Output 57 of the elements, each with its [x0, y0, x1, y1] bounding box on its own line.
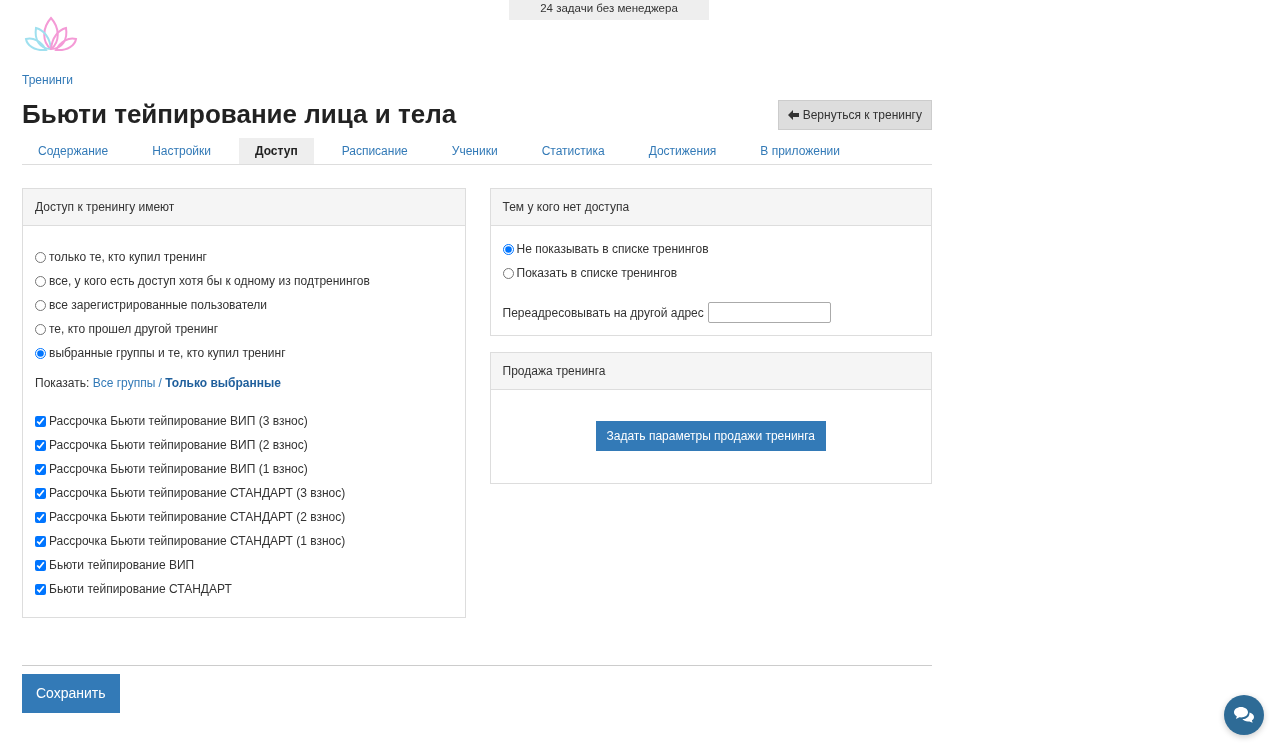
- checkbox[interactable]: [35, 583, 46, 595]
- option-label: все, у кого есть доступ хотя бы к одному из подтренингов: [49, 273, 370, 291]
- show-label: Показать:: [35, 376, 90, 391]
- speech-bubbles-icon: [1233, 706, 1255, 724]
- save-button[interactable]: Сохранить: [22, 674, 120, 714]
- url-input-field[interactable]: [707, 302, 831, 324]
- option-label: Рассрочка Бьюти тейпирование СТАНДАРТ (1 взнос): [49, 533, 346, 551]
- option-label: Рассрочка Бьюти тейпирование ВИП (1 взнос): [49, 461, 308, 479]
- panel-title: Доступ к тренингу имеют: [23, 189, 465, 227]
- option-label: Показать в списке тренингов: [516, 265, 678, 283]
- checkbox[interactable]: [35, 439, 46, 451]
- radio-button[interactable]: [35, 323, 46, 335]
- option-label: Рассрочка Бьюти тейпирование ВИП (3 взнос): [49, 413, 308, 431]
- checkbox[interactable]: [35, 511, 46, 523]
- arrow-left-icon: [787, 109, 799, 120]
- radio-button[interactable]: [35, 299, 46, 311]
- option-label: Бьюти тейпирование СТАНДАРТ: [49, 581, 232, 599]
- radio-button[interactable]: [35, 251, 46, 263]
- sale-settings-button[interactable]: Задать параметры продажи тренинга: [595, 421, 826, 452]
- radio-button[interactable]: [35, 347, 46, 359]
- option-label: Рассрочка Бьюти тейпирование СТАНДАРТ (2 взнос): [49, 509, 346, 527]
- tab[interactable]: Доступ: [239, 138, 314, 165]
- panel-title: Тем у кого нет доступа: [490, 189, 931, 227]
- option-label: Рассрочка Бьюти тейпирование ВИП (2 взнос): [49, 437, 308, 455]
- tab[interactable]: Содержание: [22, 138, 125, 165]
- back-button[interactable]: Вернуться к тренингу: [777, 99, 932, 130]
- option-label: только те, кто купил тренинг: [49, 249, 207, 267]
- option-label: Рассрочка Бьюти тейпирование СТАНДАРТ (3 взнос): [49, 485, 346, 503]
- option-label: выбранные группы и те, кто купил тренинг: [49, 345, 286, 363]
- filter-link[interactable]: Все группы: [92, 376, 156, 391]
- radio-button[interactable]: [35, 275, 46, 287]
- checkbox[interactable]: [35, 535, 46, 547]
- chat-button[interactable]: [1224, 695, 1264, 735]
- radio-button[interactable]: [502, 267, 514, 279]
- checkbox[interactable]: [35, 487, 46, 499]
- breadcrumb-link[interactable]: Тренинги: [22, 71, 74, 89]
- lotus-logo-icon: [24, 14, 78, 54]
- tab[interactable]: Ученики: [435, 138, 514, 165]
- option-label: Не показывать в списке тренингов: [516, 241, 709, 259]
- checkbox[interactable]: [35, 559, 46, 571]
- tab[interactable]: Статистика: [525, 138, 621, 165]
- tab[interactable]: Расписание: [325, 138, 424, 165]
- option-label: Бьюти тейпирование ВИП: [49, 557, 195, 575]
- option-label: те, кто прошел другой тренинг: [49, 321, 219, 339]
- separator: /: [158, 376, 162, 391]
- checkbox[interactable]: [35, 415, 46, 427]
- tab[interactable]: Достижения: [632, 138, 733, 165]
- option-label: все зарегистрированные пользователи: [49, 297, 268, 315]
- filter-link[interactable]: Только выбранные: [165, 376, 281, 391]
- checkbox[interactable]: [35, 463, 46, 475]
- tab[interactable]: Настройки: [136, 138, 227, 165]
- tab[interactable]: В приложении: [744, 138, 856, 165]
- redirect-label: Переадресовывать на другой адрес: [502, 304, 704, 322]
- panel-title: Продажа тренинга: [490, 353, 931, 391]
- page-title: Бьюти тейпирование лица и тела: [22, 99, 457, 131]
- notice-banner: 24 задачи без менеджера: [509, 0, 709, 20]
- radio-button[interactable]: [502, 243, 514, 255]
